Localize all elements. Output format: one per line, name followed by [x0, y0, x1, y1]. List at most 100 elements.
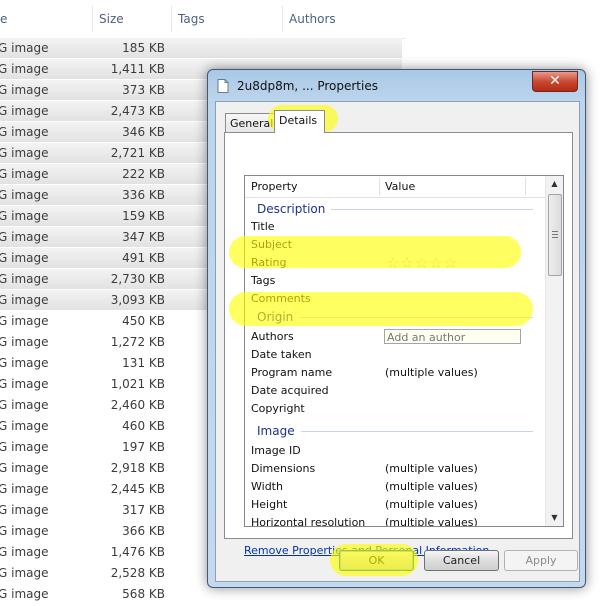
file-size: 2,528 KB	[110, 566, 165, 580]
group-description: Description	[245, 200, 545, 218]
property-name: Date acquired	[251, 384, 329, 397]
property-name: Tags	[251, 274, 276, 287]
thumb-grip	[552, 234, 558, 235]
file-type: G image	[0, 125, 49, 139]
property-row-copyright[interactable]: Copyright	[245, 400, 545, 418]
group-label: Description	[257, 200, 332, 218]
file-type: G image	[0, 356, 49, 370]
file-type: G image	[0, 398, 49, 412]
column-separator[interactable]	[525, 178, 526, 195]
property-row-subject[interactable]: Subject	[245, 236, 545, 254]
property-value: (multiple values)	[385, 366, 478, 379]
file-type: G image	[0, 461, 49, 475]
document-icon	[217, 79, 229, 93]
dialog-client-area: General Details Property Value Descripti…	[215, 101, 580, 582]
file-size: 222 KB	[122, 167, 165, 181]
file-size: 346 KB	[122, 125, 165, 139]
tab-general[interactable]: General	[225, 113, 276, 133]
column-header-type[interactable]: e	[0, 0, 90, 38]
file-size: 2,721 KB	[110, 146, 165, 160]
file-type: G image	[0, 419, 49, 433]
property-row-image-id[interactable]: Image ID	[245, 442, 545, 460]
property-value: (multiple values)	[385, 462, 478, 475]
file-size: 185 KB	[122, 41, 165, 55]
close-button[interactable]: ✕	[532, 71, 578, 92]
file-type: G image	[0, 566, 49, 580]
property-row-title[interactable]: Title	[245, 218, 545, 236]
file-type: G image	[0, 335, 49, 349]
property-row-tags[interactable]: Tags	[245, 272, 545, 290]
property-name: Program name	[251, 366, 333, 379]
property-row-comments[interactable]: Comments	[245, 290, 545, 308]
file-type: G image	[0, 230, 49, 244]
scrollbar-thumb[interactable]	[548, 194, 562, 276]
properties-dialog: 2u8dp8m, ... Properties ✕ General Detail…	[207, 69, 586, 588]
column-header-authors[interactable]: Authors	[283, 0, 405, 38]
property-name: Copyright	[251, 402, 305, 415]
property-row-horizontal-resolution[interactable]: Horizontal resolution (multiple values)	[245, 514, 545, 527]
rating-stars[interactable]: ☆☆☆☆☆	[386, 255, 458, 271]
property-name: Horizontal resolution	[251, 516, 366, 527]
file-size: 2,445 KB	[110, 482, 165, 496]
property-name: Comments	[251, 292, 311, 305]
scroll-down-arrow-icon[interactable]: ▼	[546, 510, 563, 526]
column-separator[interactable]	[379, 178, 380, 195]
apply-button[interactable]: Apply	[504, 550, 578, 571]
file-type: G image	[0, 587, 49, 601]
property-row-width[interactable]: Width (multiple values)	[245, 478, 545, 496]
file-size: 2,730 KB	[110, 272, 165, 286]
column-header-size[interactable]: Size	[93, 0, 171, 38]
file-size: 159 KB	[122, 209, 165, 223]
file-type: G image	[0, 524, 49, 538]
property-row-authors[interactable]: Authors Add an author	[245, 328, 545, 346]
authors-input[interactable]: Add an author	[384, 329, 521, 344]
property-name: Height	[251, 498, 288, 511]
file-type: G image	[0, 62, 49, 76]
group-label: Origin	[257, 308, 300, 326]
property-name: Rating	[251, 256, 287, 269]
file-size: 1,476 KB	[110, 545, 165, 559]
tab-details[interactable]: Details	[274, 110, 325, 133]
file-size: 317 KB	[122, 503, 165, 517]
file-type: G image	[0, 377, 49, 391]
file-size: 2,918 KB	[110, 461, 165, 475]
file-size: 347 KB	[122, 230, 165, 244]
file-size: 450 KB	[122, 314, 165, 328]
property-name: Authors	[251, 330, 294, 343]
property-list-header: Property Value	[245, 176, 545, 198]
property-list: Property Value Description Title Subject…	[244, 175, 564, 527]
file-type: G image	[0, 272, 49, 286]
property-value: (multiple values)	[385, 480, 478, 493]
file-type: G image	[0, 209, 49, 223]
file-row[interactable]: G image 185 KB	[0, 38, 402, 59]
file-type: G image	[0, 251, 49, 265]
vertical-scrollbar[interactable]: ▲ ▼	[545, 176, 563, 526]
column-header-property[interactable]: Property	[251, 176, 298, 197]
thumb-grip	[552, 237, 558, 238]
property-row-date-taken[interactable]: Date taken	[245, 346, 545, 364]
property-name: Dimensions	[251, 462, 316, 475]
property-row-program-name[interactable]: Program name (multiple values)	[245, 364, 545, 382]
file-type: G image	[0, 293, 49, 307]
property-row-date-acquired[interactable]: Date acquired	[245, 382, 545, 400]
dialog-title: 2u8dp8m, ... Properties	[237, 79, 378, 93]
property-row-dimensions[interactable]: Dimensions (multiple values)	[245, 460, 545, 478]
property-name: Subject	[251, 238, 293, 251]
property-name: Width	[251, 480, 283, 493]
property-name: Title	[251, 220, 275, 233]
thumb-grip	[552, 231, 558, 232]
file-type: G image	[0, 104, 49, 118]
file-type: G image	[0, 440, 49, 454]
file-size: 131 KB	[122, 356, 165, 370]
column-header-tags[interactable]: Tags	[172, 0, 282, 38]
ok-button[interactable]: OK	[339, 550, 414, 571]
dialog-titlebar[interactable]: 2u8dp8m, ... Properties ✕	[208, 70, 585, 102]
file-size: 366 KB	[122, 524, 165, 538]
scroll-up-arrow-icon[interactable]: ▲	[546, 176, 563, 192]
cancel-button[interactable]: Cancel	[424, 550, 499, 571]
file-size: 491 KB	[122, 251, 165, 265]
column-header-value[interactable]: Value	[385, 176, 415, 197]
close-icon: ✕	[549, 73, 561, 89]
property-row-rating[interactable]: Rating ☆☆☆☆☆	[245, 254, 545, 272]
property-row-height[interactable]: Height (multiple values)	[245, 496, 545, 514]
